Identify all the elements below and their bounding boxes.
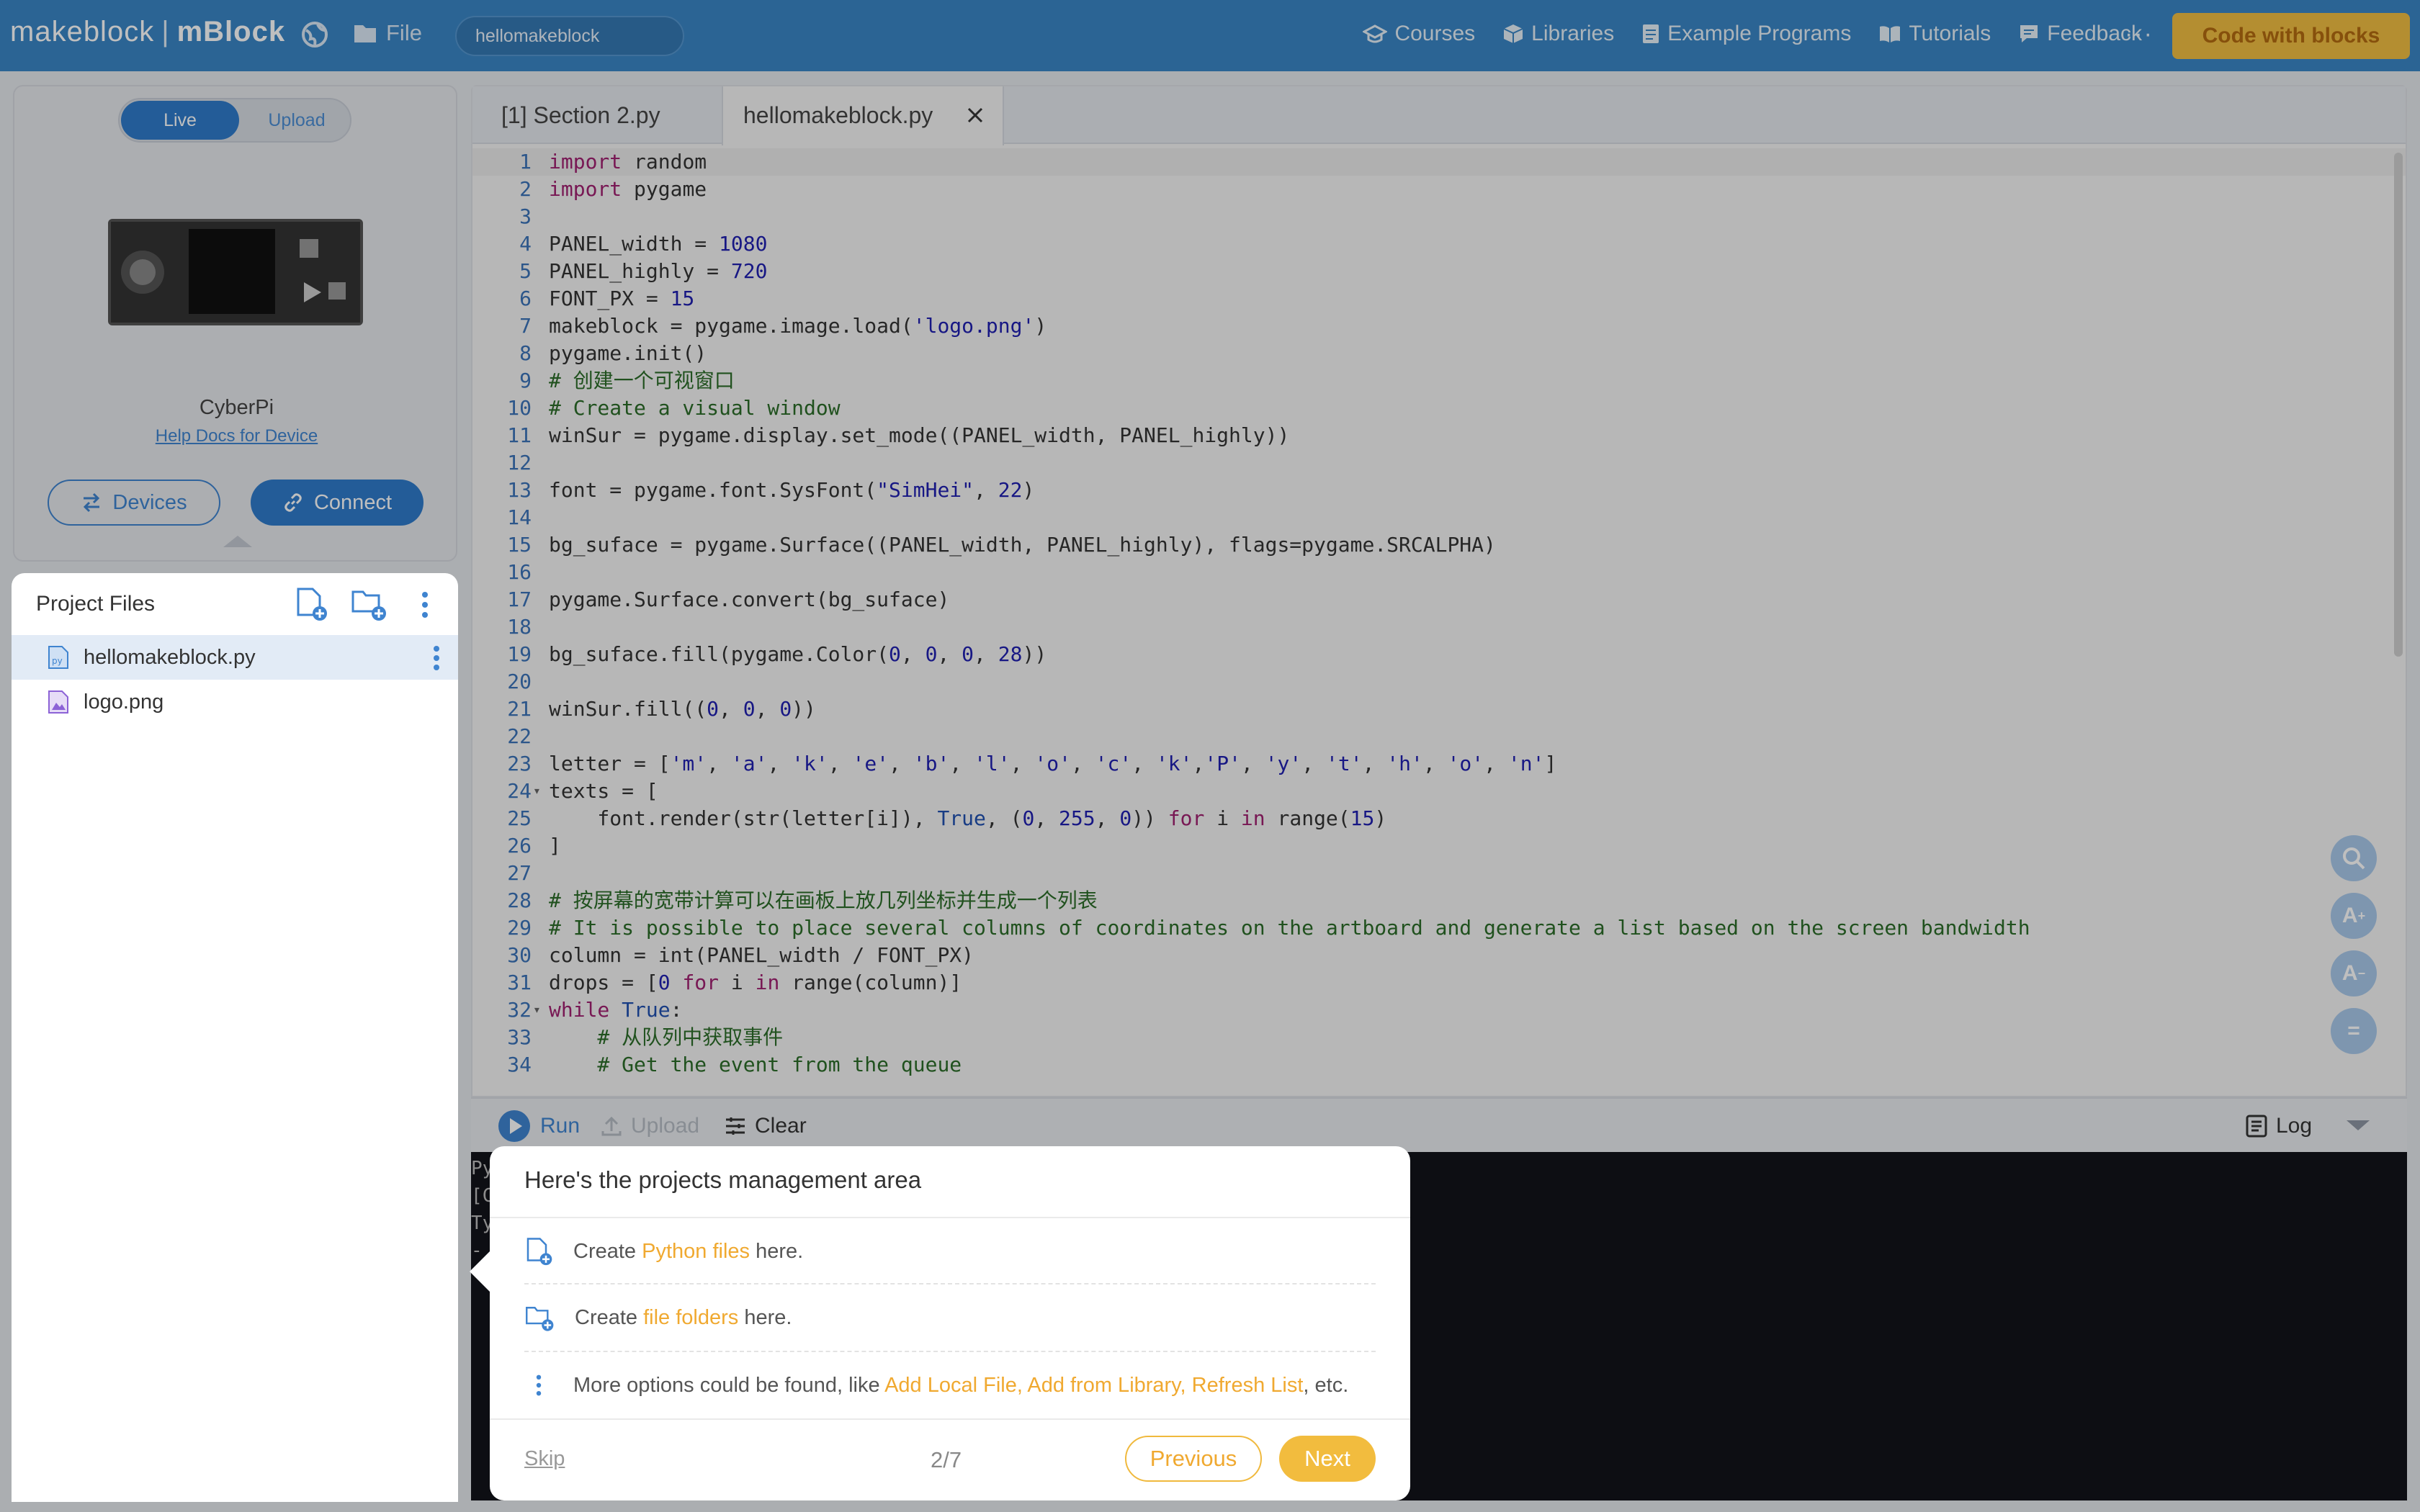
tour-item-python-files: Create Python files here. bbox=[524, 1231, 1381, 1272]
tour-dialog: Here's the projects management area Crea… bbox=[470, 1146, 1410, 1500]
text: here. bbox=[738, 1305, 792, 1329]
text: , etc. bbox=[1303, 1373, 1349, 1397]
next-button[interactable]: Next bbox=[1279, 1436, 1376, 1482]
file-name: hellomakeblock.py bbox=[84, 645, 256, 669]
divider bbox=[524, 1351, 1376, 1352]
text: here. bbox=[750, 1239, 804, 1263]
text: More options could be found, like bbox=[573, 1373, 885, 1397]
divider bbox=[490, 1217, 1410, 1218]
highlight-text: Python files bbox=[642, 1239, 750, 1263]
file-name: logo.png bbox=[84, 690, 164, 714]
svg-text:py: py bbox=[52, 656, 63, 666]
project-files-title: Project Files bbox=[36, 592, 156, 616]
tour-item-text: Create Python files here. bbox=[573, 1240, 803, 1264]
highlight-text: file folders bbox=[643, 1305, 739, 1329]
tour-item-text: More options could be found, like Add Lo… bbox=[573, 1374, 1348, 1398]
new-folder-icon[interactable] bbox=[350, 586, 387, 622]
divider bbox=[490, 1418, 1410, 1420]
skip-link[interactable]: Skip bbox=[524, 1447, 565, 1471]
tour-item-file-folders: Create file folders here. bbox=[524, 1297, 1381, 1338]
image-file-icon bbox=[48, 690, 69, 714]
previous-button[interactable]: Previous bbox=[1125, 1436, 1262, 1482]
more-options-kebab-icon[interactable] bbox=[421, 590, 429, 619]
tour-item-more-options: More options could be found, like Add Lo… bbox=[524, 1365, 1381, 1405]
highlight-text: Add Local File, Add from Library, Refres… bbox=[884, 1373, 1304, 1397]
tour-item-text: Create file folders here. bbox=[575, 1306, 792, 1330]
tour-pointer bbox=[470, 1251, 490, 1292]
more-options-kebab-icon bbox=[524, 1374, 553, 1397]
row-more-icon[interactable] bbox=[432, 645, 441, 671]
file-row-logo[interactable]: logo.png bbox=[12, 680, 458, 724]
file-row-hellomakeblock[interactable]: py hellomakeblock.py bbox=[12, 635, 458, 680]
python-file-icon: py bbox=[48, 645, 69, 670]
tour-title: Here's the projects management area bbox=[524, 1166, 922, 1193]
step-counter: 2/7 bbox=[931, 1447, 962, 1472]
text: Create bbox=[573, 1239, 642, 1263]
new-python-file-icon[interactable] bbox=[294, 586, 328, 622]
project-files-panel: Project Files py hellomakeblock.py logo.… bbox=[12, 573, 458, 1502]
new-folder-icon bbox=[524, 1302, 555, 1333]
new-python-file-icon bbox=[524, 1236, 553, 1266]
divider bbox=[524, 1283, 1376, 1284]
text: Create bbox=[575, 1305, 644, 1329]
